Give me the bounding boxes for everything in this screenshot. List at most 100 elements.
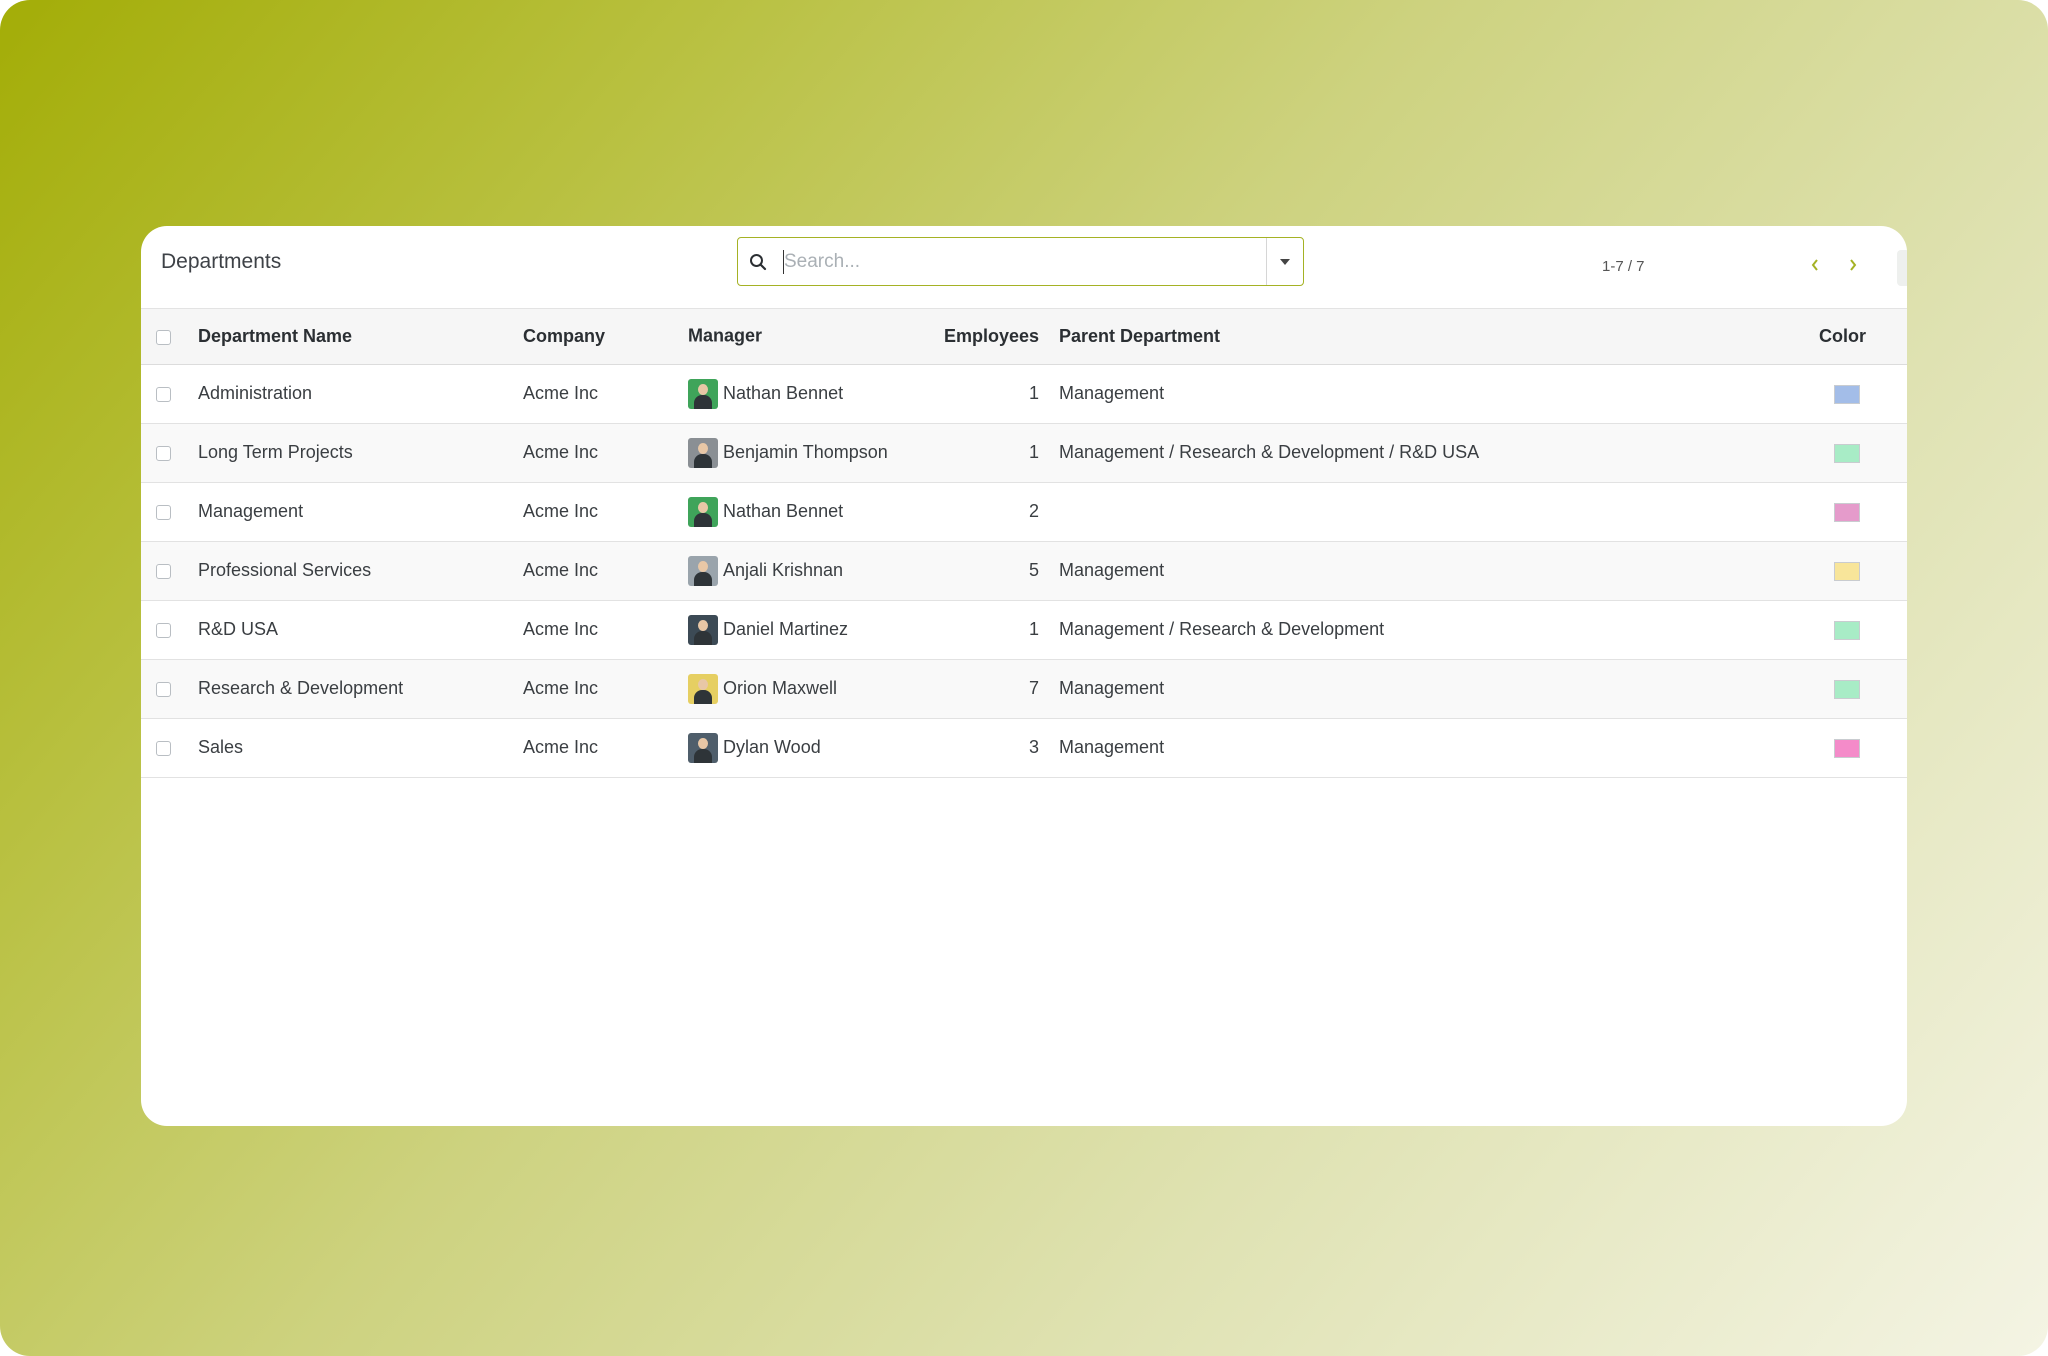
department-name-cell[interactable]: Research & Development bbox=[198, 659, 523, 718]
pager-value[interactable]: 1-7 / 7 bbox=[1602, 258, 1645, 275]
column-header-employees-label[interactable]: Employees bbox=[944, 326, 1039, 346]
column-header-name[interactable]: Department Name bbox=[198, 309, 523, 364]
column-header-company[interactable]: Company bbox=[523, 309, 688, 364]
company-cell[interactable]: Acme Inc bbox=[523, 482, 688, 541]
column-header-color[interactable]: Color bbox=[1819, 309, 1907, 364]
employees-cell[interactable]: Nathan Bennet 2 bbox=[688, 482, 1039, 541]
row-checkbox[interactable] bbox=[156, 445, 171, 461]
company-cell[interactable]: Acme Inc bbox=[523, 541, 688, 600]
chevron-right-icon bbox=[1850, 259, 1857, 271]
color-swatch bbox=[1834, 738, 1860, 758]
employees-cell[interactable]: Daniel Martinez 1 bbox=[688, 600, 1039, 659]
company-cell[interactable]: Acme Inc bbox=[523, 364, 688, 423]
employees-count: 1 bbox=[1028, 383, 1039, 403]
department-name-cell[interactable]: R&D USA bbox=[198, 600, 523, 659]
select-all-cell[interactable] bbox=[141, 309, 198, 364]
parent-department-cell[interactable]: Management bbox=[1059, 718, 1819, 777]
row-select-cell[interactable] bbox=[141, 718, 198, 777]
avatar bbox=[688, 614, 718, 645]
row-checkbox[interactable] bbox=[156, 622, 171, 638]
avatar bbox=[688, 496, 718, 527]
color-swatch bbox=[1834, 502, 1860, 522]
manager-cell[interactable]: Anjali Krishnan bbox=[688, 555, 844, 586]
color-cell[interactable] bbox=[1819, 541, 1907, 600]
company-cell[interactable]: Acme Inc bbox=[523, 718, 688, 777]
avatar bbox=[688, 732, 718, 763]
table-row[interactable]: R&D USA Acme Inc Daniel Martinez 1 Manag… bbox=[141, 600, 1907, 659]
search-options-toggle[interactable] bbox=[1266, 238, 1303, 285]
row-select-cell[interactable] bbox=[141, 423, 198, 482]
company-cell[interactable]: Acme Inc bbox=[523, 659, 688, 718]
manager-cell[interactable]: Benjamin Thompson bbox=[688, 437, 888, 468]
employees-cell[interactable]: Nathan Bennet 1 bbox=[688, 364, 1039, 423]
row-checkbox[interactable] bbox=[156, 386, 171, 402]
row-select-cell[interactable] bbox=[141, 541, 198, 600]
row-select-cell[interactable] bbox=[141, 659, 198, 718]
table-row[interactable]: Research & Development Acme Inc Orion Ma… bbox=[141, 659, 1907, 718]
employees-cell[interactable]: Dylan Wood 3 bbox=[688, 718, 1039, 777]
column-header-parent[interactable]: Parent Department bbox=[1059, 309, 1819, 364]
color-cell[interactable] bbox=[1819, 659, 1907, 718]
manager-cell[interactable]: Orion Maxwell bbox=[688, 673, 838, 704]
table-row[interactable]: Sales Acme Inc Dylan Wood 3 Management bbox=[141, 718, 1907, 777]
parent-department-cell[interactable]: Management bbox=[1059, 364, 1819, 423]
parent-department-cell[interactable]: Management / Research & Development bbox=[1059, 600, 1819, 659]
color-cell[interactable] bbox=[1819, 482, 1907, 541]
table-row[interactable]: Management Acme Inc Nathan Bennet 2 bbox=[141, 482, 1907, 541]
row-checkbox[interactable] bbox=[156, 740, 171, 756]
pager-previous-button[interactable] bbox=[1803, 252, 1827, 278]
parent-department-cell[interactable]: Management bbox=[1059, 541, 1819, 600]
manager-name: Daniel Martinez bbox=[723, 619, 849, 639]
employees-count: 2 bbox=[1028, 501, 1039, 521]
employees-cell[interactable]: Anjali Krishnan 5 bbox=[688, 541, 1039, 600]
department-name-cell[interactable]: Long Term Projects bbox=[198, 423, 523, 482]
table-row[interactable]: Administration Acme Inc Nathan Bennet 1 … bbox=[141, 364, 1907, 423]
chevron-left-icon bbox=[1811, 259, 1818, 271]
manager-cell[interactable]: Daniel Martinez bbox=[688, 614, 849, 645]
manager-cell[interactable]: Nathan Bennet bbox=[688, 378, 843, 409]
manager-cell[interactable]: Dylan Wood bbox=[688, 732, 821, 763]
column-header-manager[interactable]: Manager bbox=[688, 326, 762, 347]
department-name-cell[interactable]: Professional Services bbox=[198, 541, 523, 600]
table-row[interactable]: Long Term Projects Acme Inc Benjamin Tho… bbox=[141, 423, 1907, 482]
manager-name: Anjali Krishnan bbox=[723, 560, 844, 580]
color-cell[interactable] bbox=[1819, 718, 1907, 777]
parent-department-cell[interactable] bbox=[1059, 482, 1819, 541]
departments-table: Department Name Company Manager Employee… bbox=[141, 309, 1907, 778]
color-cell[interactable] bbox=[1819, 364, 1907, 423]
employees-count: 3 bbox=[1028, 737, 1039, 757]
company-cell[interactable]: Acme Inc bbox=[523, 600, 688, 659]
row-select-cell[interactable] bbox=[141, 482, 198, 541]
department-name-cell[interactable]: Management bbox=[198, 482, 523, 541]
page-title: Departments bbox=[161, 250, 282, 273]
row-select-cell[interactable] bbox=[141, 364, 198, 423]
color-cell[interactable] bbox=[1819, 600, 1907, 659]
table-row[interactable]: Professional Services Acme Inc Anjali Kr… bbox=[141, 541, 1907, 600]
department-name-cell[interactable]: Administration bbox=[198, 364, 523, 423]
list-view-button[interactable] bbox=[1897, 250, 1907, 286]
color-cell[interactable] bbox=[1819, 423, 1907, 482]
manager-cell[interactable]: Nathan Bennet bbox=[688, 496, 844, 527]
employees-count: 1 bbox=[1028, 619, 1039, 639]
color-swatch bbox=[1834, 620, 1860, 640]
column-header-employees[interactable]: Manager Employees bbox=[688, 309, 1039, 364]
color-swatch bbox=[1834, 443, 1860, 463]
row-checkbox[interactable] bbox=[156, 563, 171, 579]
row-checkbox[interactable] bbox=[156, 504, 171, 520]
row-checkbox[interactable] bbox=[156, 681, 171, 697]
employees-cell[interactable]: Orion Maxwell 7 bbox=[688, 659, 1039, 718]
department-name-cell[interactable]: Sales bbox=[198, 718, 523, 777]
company-cell[interactable]: Acme Inc bbox=[523, 423, 688, 482]
manager-name: Nathan Bennet bbox=[723, 501, 844, 521]
manager-name: Orion Maxwell bbox=[723, 678, 838, 698]
row-select-cell[interactable] bbox=[141, 600, 198, 659]
select-all-checkbox[interactable] bbox=[156, 329, 171, 345]
color-swatch bbox=[1834, 679, 1860, 699]
pager-next-button[interactable] bbox=[1841, 252, 1865, 278]
parent-department-cell[interactable]: Management bbox=[1059, 659, 1819, 718]
color-swatch bbox=[1834, 561, 1860, 581]
parent-department-cell[interactable]: Management / Research & Development / R&… bbox=[1059, 423, 1819, 482]
control-panel: Departments 1-7 / 7 bbox=[141, 226, 1907, 309]
employees-cell[interactable]: Benjamin Thompson 1 bbox=[688, 423, 1039, 482]
search-input[interactable] bbox=[783, 249, 1266, 274]
